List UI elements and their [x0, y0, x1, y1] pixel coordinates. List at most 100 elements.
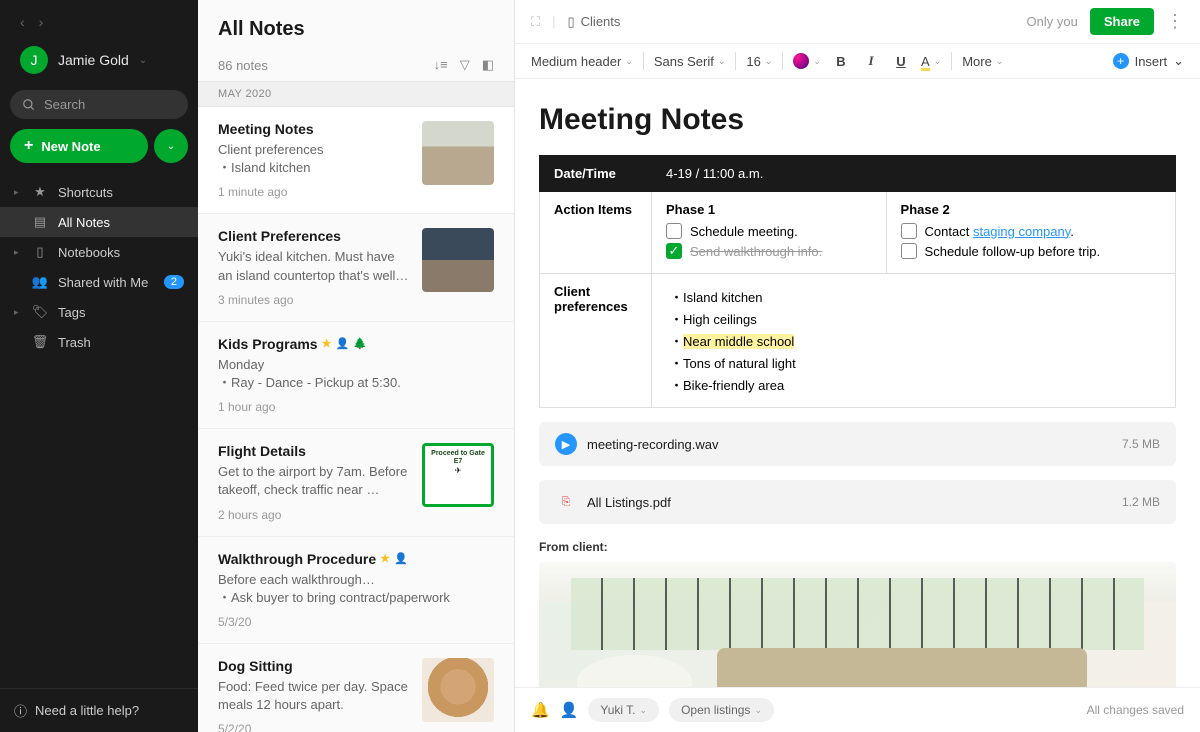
note-preview: Food: Feed twice per day. Space meals 12… — [218, 678, 410, 714]
checklist-text: Schedule follow-up before trip. — [925, 244, 1101, 259]
note-list-item[interactable]: Kids Programs ★👤🌲 Monday・Ray - Dance - P… — [198, 322, 514, 429]
bullet-item[interactable]: ・Island kitchen — [666, 287, 1161, 306]
table-cell[interactable]: Action Items — [540, 192, 652, 274]
new-note-dropdown[interactable]: ⌄ — [154, 129, 188, 163]
note-list-item[interactable]: Client Preferences Yuki's ideal kitchen.… — [198, 214, 514, 321]
audio-icon: ▶ — [555, 433, 577, 455]
topic-tag[interactable]: Open listings⌄ — [669, 698, 774, 722]
insert-button[interactable]: + Insert ⌄ — [1113, 53, 1184, 69]
add-reminder-icon[interactable]: 🔔 — [531, 701, 550, 719]
bullet-item[interactable]: ・Near middle school — [666, 331, 1161, 350]
sidebar-item-trash[interactable]: 🗑 Trash — [0, 327, 198, 357]
editor: ⛶ | ▯ Clients Only you Share ⋮ Medium he… — [515, 0, 1200, 732]
account-switcher[interactable]: J Jamie Gold ⌄ — [10, 40, 188, 86]
table-cell[interactable]: Date/Time — [540, 156, 652, 192]
note-preview: Get to the airport by 7am. Before takeof… — [218, 463, 410, 499]
chevron-down-icon: ⌄ — [640, 705, 648, 716]
topic-tag-label: Open listings — [681, 703, 750, 717]
help-button[interactable]: ⓘ Need a little help? — [0, 688, 198, 732]
chevron-down-icon: ⌄ — [1173, 53, 1184, 69]
checklist-item[interactable]: Contact staging company. — [901, 223, 1161, 239]
username-label: Jamie Gold — [58, 52, 129, 68]
sidebar-item-label: Shared with Me — [58, 275, 148, 290]
avatar: J — [20, 46, 48, 74]
note-list-item[interactable]: Flight Details Get to the airport by 7am… — [198, 429, 514, 536]
sidebar-item-all-notes[interactable]: ▤ All Notes — [0, 207, 198, 237]
note-timestamp: 5/3/20 — [218, 615, 494, 629]
bold-button[interactable]: B — [831, 54, 851, 69]
chevron-down-icon: ⌄ — [718, 56, 726, 67]
notebook-label: Clients — [581, 14, 621, 29]
from-client-label: From client: — [539, 540, 1176, 554]
add-person-icon[interactable]: 👤 — [560, 701, 579, 719]
client-image[interactable] — [539, 562, 1176, 687]
table-cell[interactable]: Client preferences — [540, 274, 652, 408]
note-count-label: 86 notes — [218, 58, 268, 73]
note-list-item[interactable]: Dog Sitting Food: Feed twice per day. Sp… — [198, 644, 514, 732]
more-format-dropdown[interactable]: More⌄ — [962, 54, 1003, 69]
note-preview: Before each walkthrough… ・Ask buyer to b… — [218, 571, 494, 607]
attachment[interactable]: ▶ meeting-recording.wav 7.5 MB — [539, 422, 1176, 466]
view-options-icon[interactable]: ◧ — [482, 57, 494, 73]
note-list-title: All Notes — [218, 18, 494, 41]
checklist-item[interactable]: Schedule follow-up before trip. — [901, 243, 1161, 259]
checkbox[interactable] — [666, 223, 682, 239]
heading-dropdown[interactable]: Medium header⌄ — [531, 54, 633, 69]
highlight-dropdown[interactable]: A⌄ — [921, 54, 941, 69]
attachment[interactable]: ⎘ All Listings.pdf 1.2 MB — [539, 480, 1176, 524]
trash-icon: 🗑 — [32, 334, 48, 350]
checkbox[interactable] — [901, 223, 917, 239]
checklist-item[interactable]: ✓ Send walkthrough info. — [666, 243, 872, 259]
editor-body[interactable]: Meeting Notes Date/Time 4-19 / 11:00 a.m… — [515, 79, 1200, 687]
search-icon — [22, 98, 36, 112]
sidebar-item-label: All Notes — [58, 215, 110, 230]
font-dropdown[interactable]: Sans Serif⌄ — [654, 54, 726, 69]
star-icon: ★ — [32, 184, 48, 200]
nav-forward-icon[interactable]: › — [39, 14, 44, 30]
text-color-picker[interactable]: ⌄ — [793, 53, 821, 69]
sort-icon[interactable]: ↓≡ — [434, 57, 448, 73]
note-thumbnail — [422, 658, 494, 722]
chevron-down-icon: ⌄ — [765, 56, 773, 67]
sidebar-item-notebooks[interactable]: ▸ ▯ Notebooks — [0, 237, 198, 267]
sidebar-item-shared-with-me[interactable]: 👥 Shared with Me 2 — [0, 267, 198, 297]
table-cell[interactable]: ・Island kitchen ・High ceilings ・Near middl… — [652, 274, 1176, 408]
checkbox[interactable] — [901, 243, 917, 259]
note-list-item[interactable]: Meeting Notes Client preferences・Island … — [198, 107, 514, 214]
size-dropdown[interactable]: 16⌄ — [746, 54, 772, 69]
table-cell[interactable]: Phase 1 Schedule meeting. ✓ Send walkthro… — [652, 192, 887, 274]
checkbox[interactable]: ✓ — [666, 243, 682, 259]
notebook-picker[interactable]: ▯ Clients — [568, 14, 621, 30]
sidebar-item-tags[interactable]: ▸ 🏷 Tags — [0, 297, 198, 327]
underline-button[interactable]: U — [891, 54, 911, 69]
more-options-icon[interactable]: ⋮ — [1166, 11, 1184, 32]
italic-button[interactable]: I — [861, 53, 881, 69]
bullet-text: Tons of natural light — [683, 356, 796, 371]
document-title[interactable]: Meeting Notes — [539, 103, 1176, 137]
person-tag[interactable]: Yuki T.⌄ — [588, 698, 659, 722]
table-cell[interactable]: Phase 2 Contact staging company. Schedul… — [886, 192, 1175, 274]
checklist-item[interactable]: Schedule meeting. — [666, 223, 872, 239]
search-input[interactable]: Search — [10, 90, 188, 119]
nav-back-icon[interactable]: ‹ — [20, 14, 25, 30]
shared-icon: 👤 — [394, 552, 408, 565]
link[interactable]: staging company — [973, 224, 1070, 239]
filter-icon[interactable]: ▽ — [460, 57, 470, 73]
bullet-item[interactable]: ・Tons of natural light — [666, 353, 1161, 372]
highlight-icon: A — [921, 54, 930, 69]
note-thumbnail: Proceed to Gate E7✈ — [422, 443, 494, 507]
note-list-item[interactable]: Walkthrough Procedure ★👤 Before each wal… — [198, 537, 514, 644]
sidebar-item-shortcuts[interactable]: ▸ ★ Shortcuts — [0, 177, 198, 207]
phase-label: Phase 1 — [666, 202, 872, 217]
bullet-item[interactable]: ・Bike-friendly area — [666, 375, 1161, 394]
new-note-button[interactable]: + New Note — [10, 129, 148, 163]
bullet-item[interactable]: ・High ceilings — [666, 309, 1161, 328]
checklist-text: Contact staging company. — [925, 224, 1074, 239]
expand-icon[interactable]: ⛶ — [531, 14, 540, 30]
save-status: All changes saved — [1087, 703, 1184, 717]
note-timestamp: 1 minute ago — [218, 185, 410, 199]
share-button[interactable]: Share — [1090, 8, 1154, 35]
table-cell[interactable]: 4-19 / 11:00 a.m. — [652, 156, 1176, 192]
notebook-icon: ▯ — [568, 14, 575, 30]
disclosure-triangle-icon: ▸ — [14, 307, 22, 318]
